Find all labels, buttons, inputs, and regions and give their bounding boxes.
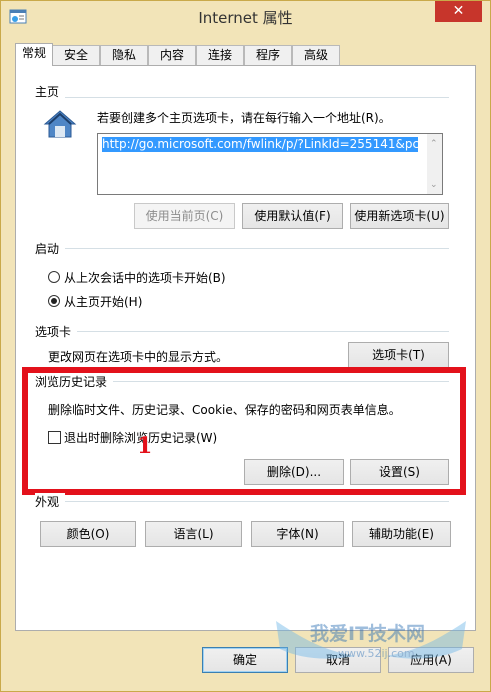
annotation-marker: 1: [137, 433, 153, 459]
tabs-button[interactable]: 选项卡(T): [348, 342, 449, 368]
startup-group-title: 启动: [35, 240, 66, 257]
tab-content[interactable]: 内容: [148, 45, 196, 65]
tabs-group-divider: [73, 331, 449, 332]
watermark-text: 我爱IT技术网: [310, 623, 426, 645]
home-instruction: 若要创建多个主页选项卡，请在每行输入一个地址(R)。: [97, 111, 391, 125]
colors-button[interactable]: 颜色(O): [40, 521, 136, 547]
appearance-group-title: 外观: [35, 493, 66, 510]
fonts-button[interactable]: 字体(N): [251, 521, 344, 547]
startup-group-divider: [61, 248, 449, 249]
watermark-subtext: www.52ij.com: [338, 647, 415, 660]
scroll-up-icon[interactable]: ⌃: [430, 139, 438, 149]
title-bar: Internet 属性 ✕: [1, 1, 490, 33]
internet-options-window: Internet 属性 ✕ 常规 安全 隐私 内容 连接 程序 高级 主页 若要…: [0, 0, 491, 692]
home-group-title: 主页: [35, 83, 66, 100]
site-watermark: 我爱IT技术网 www.52ij.com: [266, 611, 476, 681]
use-new-tab-button[interactable]: 使用新选项卡(U): [350, 203, 449, 229]
use-current-button[interactable]: 使用当前页(C): [134, 203, 235, 229]
tab-connections[interactable]: 连接: [196, 45, 244, 65]
highlight-annotation-box: [22, 367, 466, 495]
tab-general[interactable]: 常规: [15, 43, 53, 66]
start-last-session-radio[interactable]: [48, 271, 60, 283]
close-button[interactable]: ✕: [435, 1, 482, 22]
home-page-urls-field[interactable]: http://go.microsoft.com/fwlink/p/?LinkId…: [97, 133, 443, 195]
accessibility-button[interactable]: 辅助功能(E): [352, 521, 451, 547]
appearance-group-divider: [61, 501, 449, 502]
languages-button[interactable]: 语言(L): [145, 521, 242, 547]
start-home-radio[interactable]: [48, 295, 60, 307]
tabs-description: 更改网页在选项卡中的显示方式。: [48, 350, 229, 364]
house-icon: [43, 110, 77, 138]
textbox-scrollbar[interactable]: ⌃ ⌄: [427, 134, 442, 194]
window-title: Internet 属性: [198, 9, 293, 27]
scroll-down-icon[interactable]: ⌄: [430, 180, 438, 190]
tab-security[interactable]: 安全: [52, 45, 100, 65]
tab-advanced[interactable]: 高级: [292, 45, 340, 65]
start-last-session-label[interactable]: 从上次会话中的选项卡开始(B): [64, 269, 226, 286]
use-default-button[interactable]: 使用默认值(F): [242, 203, 343, 229]
tab-privacy[interactable]: 隐私: [100, 45, 148, 65]
start-home-label[interactable]: 从主页开始(H): [64, 293, 142, 310]
radio-selected-dot: [51, 298, 57, 304]
home-page-url: http://go.microsoft.com/fwlink/p/?LinkId…: [102, 137, 418, 152]
home-group-divider: [61, 97, 449, 98]
tabs-group-title: 选项卡: [35, 323, 78, 340]
tab-programs[interactable]: 程序: [244, 45, 292, 65]
